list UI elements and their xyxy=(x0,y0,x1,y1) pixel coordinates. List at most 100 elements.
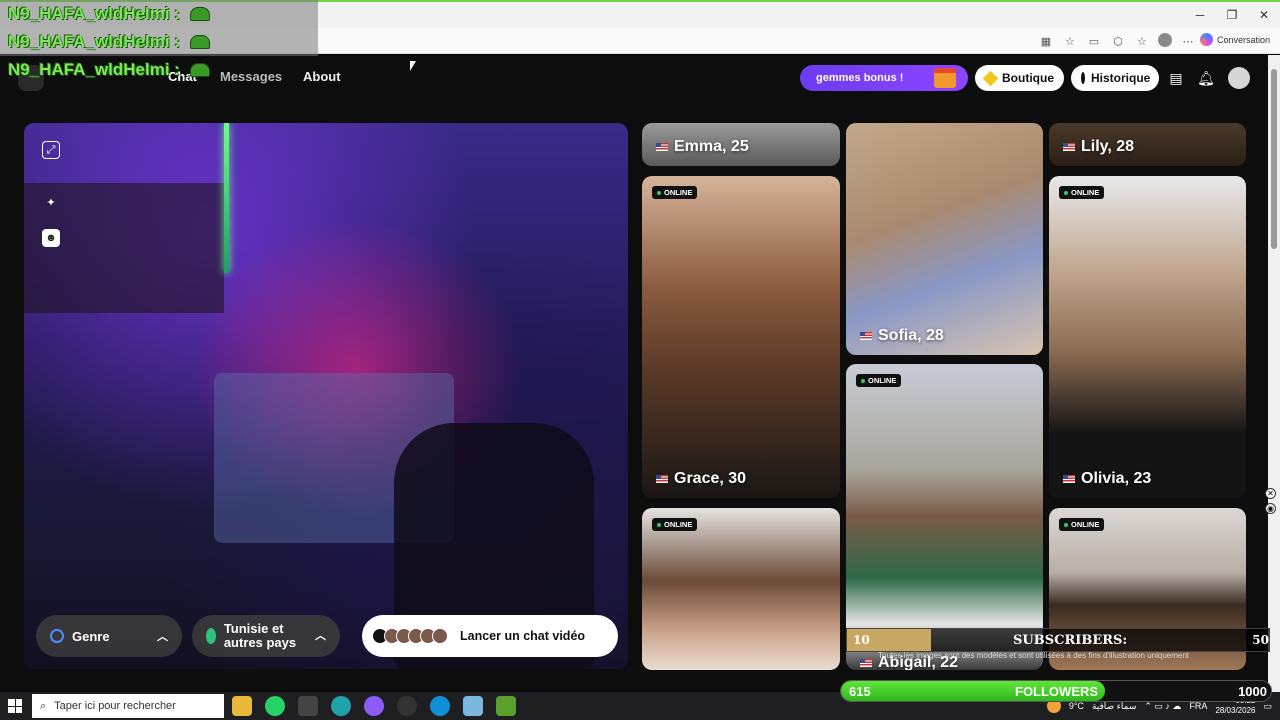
main-content: ⤢ ✦ ☻ Genre ︿ Tunisie et autres pays ︿ L… xyxy=(0,100,1268,690)
profile-name: Olivia, 23 xyxy=(1063,470,1151,488)
windows-start-icon[interactable] xyxy=(8,699,22,713)
page-scrollbar[interactable] xyxy=(1268,55,1280,692)
profile-card[interactable]: Sofia, 28 xyxy=(846,123,1043,355)
video-icon[interactable]: ▭ xyxy=(1086,33,1102,49)
profile-card[interactable]: ONLINE Olivia, 23 xyxy=(1049,176,1246,498)
close-circle-icon[interactable]: ✕ xyxy=(1265,488,1276,499)
chevron-up-icon: ︿ xyxy=(157,631,168,643)
country-select[interactable]: Tunisie et autres pays ︿ xyxy=(192,615,340,657)
extensions-icon[interactable]: ⬡ xyxy=(1110,33,1126,49)
avatar xyxy=(432,628,448,644)
diamond-icon xyxy=(982,70,999,86)
us-flag-icon xyxy=(1063,143,1075,151)
bell-icon[interactable]: 🔔︎ xyxy=(1197,70,1215,86)
subscribers-goal: 50 xyxy=(1252,633,1269,647)
app-icon[interactable] xyxy=(298,696,318,716)
copilot-conversation[interactable]: Conversation xyxy=(1199,33,1270,46)
avatar-stack xyxy=(372,628,448,644)
favorites-icon[interactable]: ☆ xyxy=(1134,33,1150,49)
subscribers-current: 10 xyxy=(853,633,870,647)
us-flag-icon xyxy=(656,143,668,151)
online-badge: ONLINE xyxy=(652,518,698,531)
side-buttons: ✕ ◉ xyxy=(1265,488,1276,514)
profile-card[interactable]: Emma, 25 xyxy=(642,123,840,166)
clock-date: 28/03/2026 xyxy=(1215,706,1256,715)
conversation-label: Conversation xyxy=(1216,34,1270,45)
window-controls: ─ ❐ ✕ xyxy=(1184,4,1280,26)
more-icon[interactable]: ⋯ xyxy=(1180,33,1196,49)
followers-label: FOLLOWERS xyxy=(1015,684,1099,699)
online-badge: ONLINE xyxy=(1059,518,1105,531)
followers-current: 615 xyxy=(849,684,871,699)
favorite-star-icon[interactable]: ☆ xyxy=(1062,33,1078,49)
boutique-button[interactable]: Boutique xyxy=(975,65,1064,91)
us-flag-icon xyxy=(656,475,668,483)
notepad-icon[interactable] xyxy=(463,696,483,716)
gift-icon xyxy=(934,68,956,88)
robot-icon xyxy=(189,7,210,21)
chat-username: N9_HAFA_wldHelmi : xyxy=(8,4,180,23)
taskbar-search[interactable]: ⌕ Taper ici pour rechercher xyxy=(32,694,224,718)
historique-button[interactable]: Historique xyxy=(1071,65,1159,91)
file-explorer-icon[interactable] xyxy=(232,696,252,716)
genre-label: Genre xyxy=(72,628,110,644)
launch-video-chat-button[interactable]: Lancer un chat vidéo xyxy=(362,615,618,657)
edge-icon[interactable] xyxy=(430,696,450,716)
profile-name: Sofia, 28 xyxy=(860,327,944,345)
gems-bonus-label: gemmes bonus ! xyxy=(816,72,904,84)
stream-chat-overlay: N9_HAFA_wldHelmi : N9_HAFA_wldHelmi : N9… xyxy=(0,0,318,84)
profile-name: Grace, 30 xyxy=(656,470,746,488)
country-label: Tunisie et autres pays xyxy=(223,621,297,650)
notification-icon[interactable]: ▭ xyxy=(1263,701,1272,712)
info-circle-icon[interactable]: ◉ xyxy=(1265,503,1276,514)
close-icon[interactable]: ✕ xyxy=(1248,4,1280,26)
profile-avatar[interactable] xyxy=(1158,33,1172,47)
face-filter-icon[interactable]: ☻ xyxy=(42,229,60,247)
us-flag-icon xyxy=(860,332,872,340)
chat-username: N9_HAFA_wldHelmi : xyxy=(8,32,180,51)
scrollbar-thumb[interactable] xyxy=(1271,69,1277,249)
magic-wand-icon[interactable]: ✦ xyxy=(42,193,60,211)
mouse-cursor xyxy=(410,61,416,71)
profile-card[interactable]: Lily, 28 xyxy=(1049,123,1246,166)
search-placeholder: Taper ici pour rechercher xyxy=(54,700,176,712)
app-icon[interactable] xyxy=(496,696,516,716)
language-indicator[interactable]: FRA xyxy=(1189,701,1207,711)
disclaimer-text: Toutes les images sont des modèles et so… xyxy=(878,651,1190,660)
obs-icon[interactable] xyxy=(397,696,417,716)
profile-name: Emma, 25 xyxy=(656,138,749,156)
us-flag-icon xyxy=(1063,475,1075,483)
discord-icon[interactable] xyxy=(364,696,384,716)
gems-bonus-button[interactable]: gemmes bonus ! xyxy=(800,65,968,91)
chat-username: N9_HAFA_wldHelmi : xyxy=(8,60,180,79)
app-icon[interactable]: ▦ xyxy=(1038,33,1054,49)
minimize-icon[interactable]: ─ xyxy=(1184,4,1216,26)
historique-label: Historique xyxy=(1091,71,1151,85)
genre-select[interactable]: Genre ︿ xyxy=(36,615,182,657)
copilot-icon xyxy=(1199,33,1213,46)
weather-temp: 9°C xyxy=(1068,701,1084,711)
profile-card[interactable]: ONLINE Grace, 30 xyxy=(642,176,840,498)
maximize-icon[interactable]: ❐ xyxy=(1216,4,1248,26)
online-badge: ONLINE xyxy=(856,374,902,387)
tray-icons[interactable]: ⌃ ▭ ♪ ☁ xyxy=(1144,701,1181,712)
boutique-label: Boutique xyxy=(1002,71,1054,85)
expand-icon[interactable]: ⤢ xyxy=(42,141,60,159)
profile-name: Lily, 28 xyxy=(1063,138,1134,156)
robot-icon xyxy=(189,35,210,49)
launch-label: Lancer un chat vidéo xyxy=(460,629,586,643)
us-flag-icon xyxy=(860,659,872,667)
webcam-video: ⤢ ✦ ☻ Genre ︿ Tunisie et autres pays ︿ L… xyxy=(24,123,628,669)
online-badge: ONLINE xyxy=(1059,186,1105,199)
taskbar-apps xyxy=(232,696,516,716)
robot-icon xyxy=(189,63,210,77)
globe-icon xyxy=(206,628,216,644)
profile-card[interactable]: ONLINE Abigail, 22 xyxy=(846,364,1043,670)
whatsapp-icon[interactable] xyxy=(265,696,285,716)
chat-line: N9_HAFA_wldHelmi : xyxy=(0,28,318,56)
archive-icon[interactable]: ▤ xyxy=(1167,70,1185,86)
toolbar-icons: ▦ ☆ ▭ ⬡ ☆ ⋯ xyxy=(1038,33,1196,49)
user-avatar[interactable] xyxy=(1228,67,1250,89)
profile-card[interactable]: ONLINE xyxy=(642,508,840,670)
app-icon[interactable] xyxy=(331,696,351,716)
